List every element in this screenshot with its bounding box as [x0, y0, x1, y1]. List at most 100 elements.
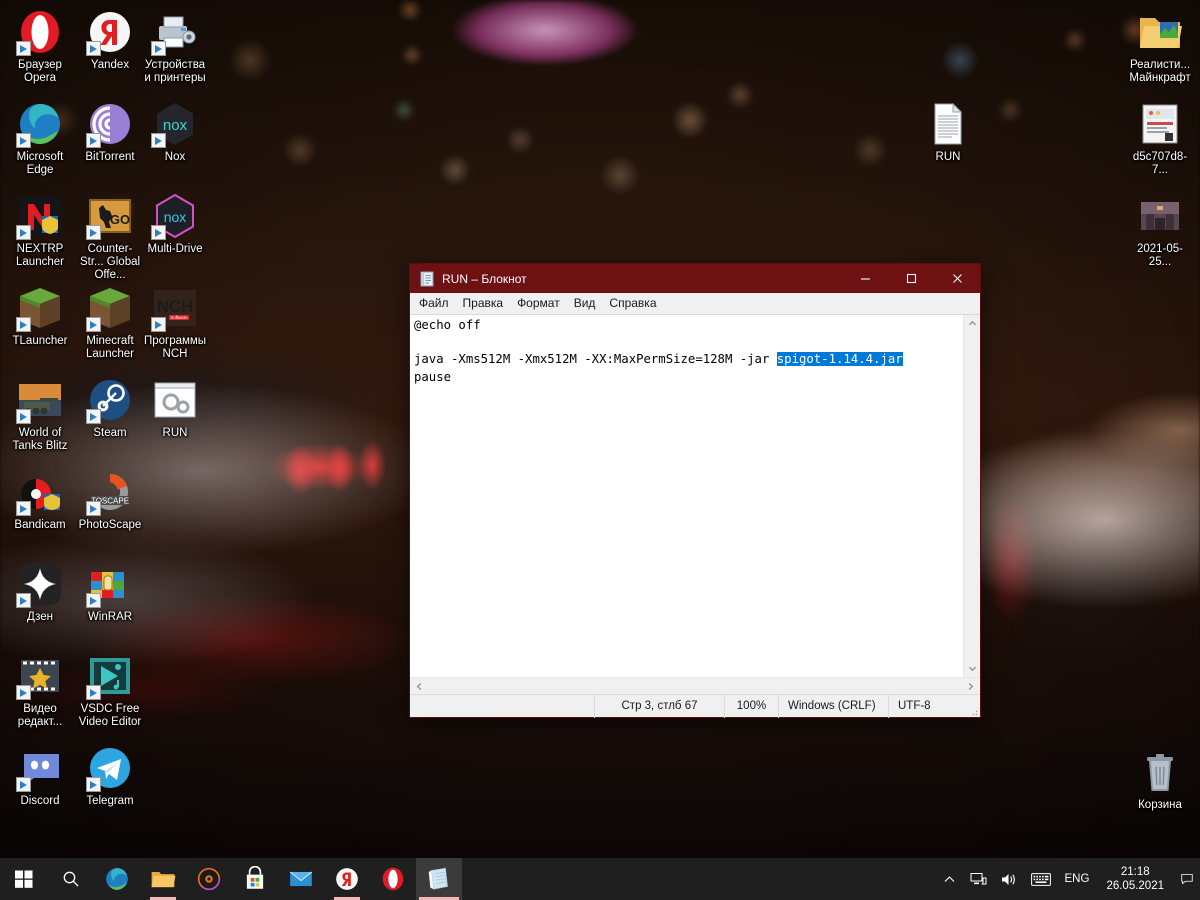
- desktop-icon-run-gears-icon[interactable]: RUN: [141, 376, 209, 440]
- svg-text:nox: nox: [163, 117, 188, 134]
- shortcut-arrow-icon: [86, 777, 101, 792]
- shortcut-arrow-icon: [16, 317, 31, 332]
- desktop-icon-label: RUN: [935, 151, 961, 163]
- chevron-up-icon[interactable]: [936, 858, 963, 900]
- resize-grip[interactable]: [966, 695, 980, 718]
- search-button[interactable]: [48, 858, 94, 900]
- bittorrent-icon: [86, 100, 134, 148]
- nch-software-icon: NCH Software: [151, 284, 199, 332]
- selected-text[interactable]: spigot-1.14.4.jar: [776, 352, 903, 367]
- menu-format[interactable]: Формат: [510, 294, 567, 313]
- notification-icon[interactable]: [1174, 858, 1200, 900]
- desktop-icon-image-file-icon[interactable]: d5c707d8-7...: [1126, 100, 1194, 177]
- desktop-icon-tlauncher-icon[interactable]: TLauncher: [6, 284, 74, 348]
- desktop-icon-nox-player-icon[interactable]: nox Nox: [141, 100, 209, 164]
- desktop-icon-steam-icon[interactable]: Steam: [76, 376, 144, 440]
- clock[interactable]: 21:18 26.05.2021: [1096, 858, 1174, 900]
- desktop-icon-label: Браузер Opera: [18, 59, 62, 84]
- close-button[interactable]: [934, 264, 980, 293]
- desktop-icon-bittorrent-icon[interactable]: BitTorrent: [76, 100, 144, 164]
- desktop-icon-label: d5c707d8-7...: [1132, 151, 1188, 176]
- taskbar-button-mail[interactable]: [278, 858, 324, 900]
- desktop-icon-nextrp-launcher-icon[interactable]: NEXTRP Launcher: [6, 192, 74, 269]
- network-icon[interactable]: [963, 858, 994, 900]
- text-file-icon: [924, 100, 972, 148]
- desktop-icon-telegram-icon[interactable]: Telegram: [76, 744, 144, 808]
- taskbar-button-store[interactable]: [232, 858, 278, 900]
- shortcut-arrow-icon: [86, 409, 101, 424]
- minimize-button[interactable]: [842, 264, 888, 293]
- volume-icon[interactable]: [994, 858, 1024, 900]
- desktop-icon-vsdc-video-editor-icon[interactable]: VSDC Free Video Editor: [76, 652, 144, 729]
- shortcut-arrow-icon: [86, 593, 101, 608]
- desktop-icon-opera-browser-icon[interactable]: Браузер Opera: [6, 8, 74, 85]
- shortcut-arrow-icon: [16, 777, 31, 792]
- scroll-up-icon[interactable]: [964, 315, 981, 332]
- microsoft-edge-icon: [16, 100, 64, 148]
- desktop-icon-zen-icon[interactable]: Дзен: [6, 560, 74, 624]
- desktop-icon-label: Реалисти... Майнкрафт: [1129, 59, 1191, 84]
- system-tray[interactable]: ENG 21:18 26.05.2021: [936, 858, 1200, 900]
- desktop-icon-bandicam-icon[interactable]: Bandicam: [6, 468, 74, 532]
- desktop-icon-devices-and-printers-icon[interactable]: Устройства и принтеры: [141, 8, 209, 85]
- menu-view[interactable]: Вид: [567, 294, 603, 313]
- menu-help[interactable]: Справка: [602, 294, 663, 313]
- horizontal-scrollbar[interactable]: [410, 677, 980, 694]
- desktop-icon-photoscape-icon[interactable]: TOSCAPE PhotoScape: [76, 468, 144, 532]
- recycle-bin-icon: [1136, 748, 1184, 796]
- desktop-icon-screenshot-file-icon[interactable]: 2021-05-25...: [1126, 192, 1194, 269]
- desktop-icon-minecraft-launcher-icon[interactable]: Minecraft Launcher: [76, 284, 144, 361]
- notepad-body[interactable]: @echo off java -Xms512M -Xmx512M -XX:Max…: [410, 314, 980, 677]
- notepad-titlebar[interactable]: RUN – Блокнот: [410, 264, 980, 293]
- shortcut-arrow-icon: [16, 593, 31, 608]
- shortcut-arrow-icon: [86, 685, 101, 700]
- desktop-icon-folder-icon[interactable]: Реалисти... Майнкрафт: [1126, 8, 1194, 85]
- discord-icon: [16, 744, 64, 792]
- notepad-icon: [419, 271, 435, 287]
- taskbar-button-edge[interactable]: [94, 858, 140, 900]
- shortcut-arrow-icon: [86, 133, 101, 148]
- desktop-icon-nch-software-icon[interactable]: NCH Software Программы NCH: [141, 284, 209, 361]
- mail-icon: [288, 866, 314, 892]
- language-indicator[interactable]: ENG: [1058, 858, 1097, 900]
- taskbar[interactable]: ENG 21:18 26.05.2021: [0, 858, 1200, 900]
- taskbar-button-explorer[interactable]: [140, 858, 186, 900]
- desktop-icon-video-editor-icon[interactable]: Видео редакт...: [6, 652, 74, 729]
- notepad-window[interactable]: RUN – Блокнот Файл Правка Формат Вид Спр…: [409, 263, 981, 718]
- status-zoom[interactable]: 100%: [724, 694, 778, 718]
- desktop[interactable]: Браузер Opera Yandex Устройства и принтеры…: [0, 0, 1200, 900]
- keyboard-icon[interactable]: [1024, 858, 1058, 900]
- desktop-icon-counter-strike-go-icon[interactable]: GO Counter-Str... Global Offe...: [76, 192, 144, 282]
- taskbar-button-opera[interactable]: [370, 858, 416, 900]
- desktop-icon-label: NEXTRP Launcher: [16, 243, 64, 268]
- desktop-icon-label: Microsoft Edge: [16, 151, 64, 176]
- scroll-right-icon[interactable]: [962, 678, 979, 695]
- desktop-icon-discord-icon[interactable]: Discord: [6, 744, 74, 808]
- taskbar-button-notepad[interactable]: [416, 858, 462, 900]
- desktop-icon-text-file-icon[interactable]: RUN: [914, 100, 982, 164]
- desktop-icon-label: Программы NCH: [143, 335, 207, 360]
- text-line-3-prefix: java -Xms512M -Xmx512M -XX:MaxPermSize=1…: [414, 352, 777, 367]
- desktop-icon-multi-drive-icon[interactable]: nox Multi-Drive: [141, 192, 209, 256]
- desktop-icon-world-of-tanks-blitz-icon[interactable]: World of Tanks Blitz: [6, 376, 74, 453]
- taskbar-button-mediaplayer[interactable]: [186, 858, 232, 900]
- start-button[interactable]: [0, 858, 48, 900]
- desktop-icon-winrar-icon[interactable]: WinRAR: [76, 560, 144, 624]
- video-editor-icon: [16, 652, 64, 700]
- desktop-icon-label: Устройства и принтеры: [144, 59, 206, 84]
- scroll-down-icon[interactable]: [964, 660, 981, 677]
- desktop-icon-yandex-browser-icon[interactable]: Yandex: [76, 8, 144, 72]
- desktop-icon-recycle-bin-icon[interactable]: Корзина: [1126, 748, 1194, 812]
- maximize-button[interactable]: [888, 264, 934, 293]
- menu-file[interactable]: Файл: [412, 294, 456, 313]
- desktop-icon-label: Discord: [20, 795, 60, 807]
- microsoft-edge-icon: [104, 866, 130, 892]
- menu-edit[interactable]: Правка: [456, 294, 511, 313]
- vertical-scrollbar[interactable]: [963, 315, 980, 677]
- shortcut-arrow-icon: [86, 225, 101, 240]
- scroll-left-icon[interactable]: [411, 678, 428, 695]
- notepad-menubar[interactable]: Файл Правка Формат Вид Справка: [410, 293, 980, 314]
- desktop-icon-microsoft-edge-icon[interactable]: Microsoft Edge: [6, 100, 74, 177]
- notepad-text-area[interactable]: @echo off java -Xms512M -Xmx512M -XX:Max…: [410, 315, 963, 677]
- taskbar-button-yandex[interactable]: [324, 858, 370, 900]
